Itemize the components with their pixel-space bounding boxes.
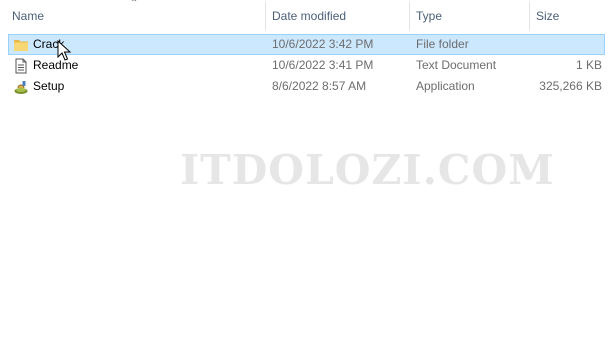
file-name: Readme [33,58,79,72]
file-type: Text Document [416,58,497,72]
file-row-readme[interactable]: Readme 10/6/2022 3:41 PM Text Document 1… [8,55,605,76]
file-size: 1 KB [575,58,602,72]
file-type: Application [416,79,475,93]
setup-package-icon [14,81,28,94]
text-document-icon [15,58,27,74]
column-header-bar: ⌃ Name Date modified Type Size [0,0,609,32]
file-date-modified: 10/6/2022 3:41 PM [272,58,374,72]
folder-icon [14,40,28,51]
file-row-setup[interactable]: Setup 8/6/2022 8:57 AM Application 325,2… [8,76,605,97]
column-header-date-modified[interactable]: Date modified [266,0,409,32]
file-row-crack[interactable]: Crack 10/6/2022 3:42 PM File folder [8,34,605,55]
file-date-modified: 8/6/2022 8:57 AM [272,79,367,93]
mouse-pointer-icon [57,40,71,61]
watermark-text: ITDOLOZI.COM [180,146,555,194]
file-type: File folder [416,37,469,51]
file-name: Setup [33,79,65,93]
file-date-modified: 10/6/2022 3:42 PM [272,37,374,51]
column-header-name[interactable]: Name [6,0,264,32]
column-header-type[interactable]: Type [410,0,528,32]
column-header-size[interactable]: Size [530,0,608,32]
file-size: 325,266 KB [539,79,602,93]
